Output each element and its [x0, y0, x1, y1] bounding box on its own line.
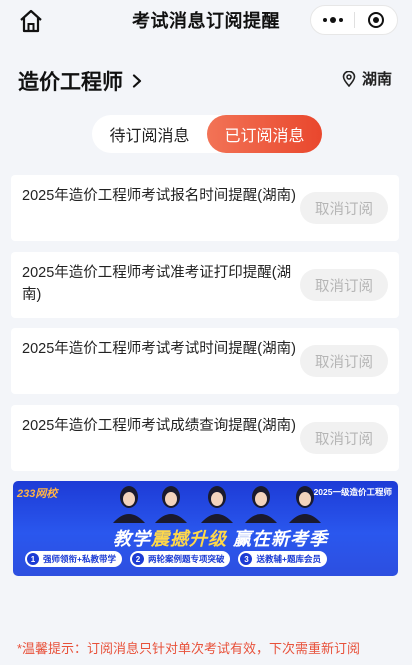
- more-icon[interactable]: [311, 6, 354, 34]
- subscription-title: 2025年造价工程师考试成绩查询提醒(湖南): [22, 418, 296, 434]
- unsubscribe-button[interactable]: 取消订阅: [300, 422, 388, 454]
- tab-subscribed[interactable]: 已订阅消息: [207, 115, 322, 153]
- banner-headline: 教学震撼升级 赢在新考季: [113, 529, 329, 549]
- feature-pill: 2 两轮案例题专项突破: [129, 551, 231, 567]
- subscription-title: 2025年造价工程师考试报名时间提醒(湖南): [22, 188, 296, 204]
- navigation-bar: 考试消息订阅提醒: [0, 0, 412, 40]
- close-icon[interactable]: [355, 6, 397, 34]
- subscription-card: 2025年造价工程师考试准考证打印提醒(湖南) 取消订阅: [11, 252, 399, 318]
- brand-logo: 233网校: [17, 488, 58, 500]
- location-selector[interactable]: 湖南: [342, 68, 392, 89]
- tab-pending[interactable]: 待订阅消息: [92, 115, 207, 153]
- subscription-card: 2025年造价工程师考试成绩查询提醒(湖南) 取消订阅: [11, 405, 399, 471]
- banner-features: 1 强师领衔+私教带学 2 两轮案例题专项突破 3 送教辅+题库会员: [25, 551, 327, 567]
- location-pin-icon: [342, 70, 356, 87]
- page-title: 考试消息订阅提醒: [132, 11, 280, 31]
- tab-switcher: 待订阅消息 已订阅消息: [92, 115, 322, 153]
- unsubscribe-button[interactable]: 取消订阅: [300, 192, 388, 224]
- subscription-title: 2025年造价工程师考试准考证打印提醒(湖南): [22, 265, 292, 303]
- subscription-title: 2025年造价工程师考试考试时间提醒(湖南): [22, 341, 296, 357]
- chevron-right-icon: [132, 74, 142, 88]
- footer-tip: *温馨提示：订阅消息只针对单次考试有效，下次需重新订阅: [17, 641, 361, 656]
- unsubscribe-button[interactable]: 取消订阅: [300, 269, 388, 301]
- mini-program-capsule: [310, 5, 398, 35]
- subscription-card: 2025年造价工程师考试报名时间提醒(湖南) 取消订阅: [11, 175, 399, 241]
- subject-name: 造价工程师: [18, 71, 123, 94]
- teacher-photos-image: [113, 486, 321, 523]
- feature-pill: 1 强师领衔+私教带学: [25, 551, 122, 567]
- subscription-card: 2025年造价工程师考试考试时间提醒(湖南) 取消订阅: [11, 328, 399, 394]
- home-icon[interactable]: [18, 8, 44, 34]
- subject-selector[interactable]: 造价工程师: [18, 66, 143, 96]
- unsubscribe-button[interactable]: 取消订阅: [300, 345, 388, 377]
- feature-pill: 3 送教辅+题库会员: [238, 551, 327, 567]
- promo-banner[interactable]: 233网校 2025一级造价工程师 教学震撼升级 赢在新考季 1 强师领衔+私教带…: [13, 481, 398, 576]
- location-name: 湖南: [361, 71, 392, 88]
